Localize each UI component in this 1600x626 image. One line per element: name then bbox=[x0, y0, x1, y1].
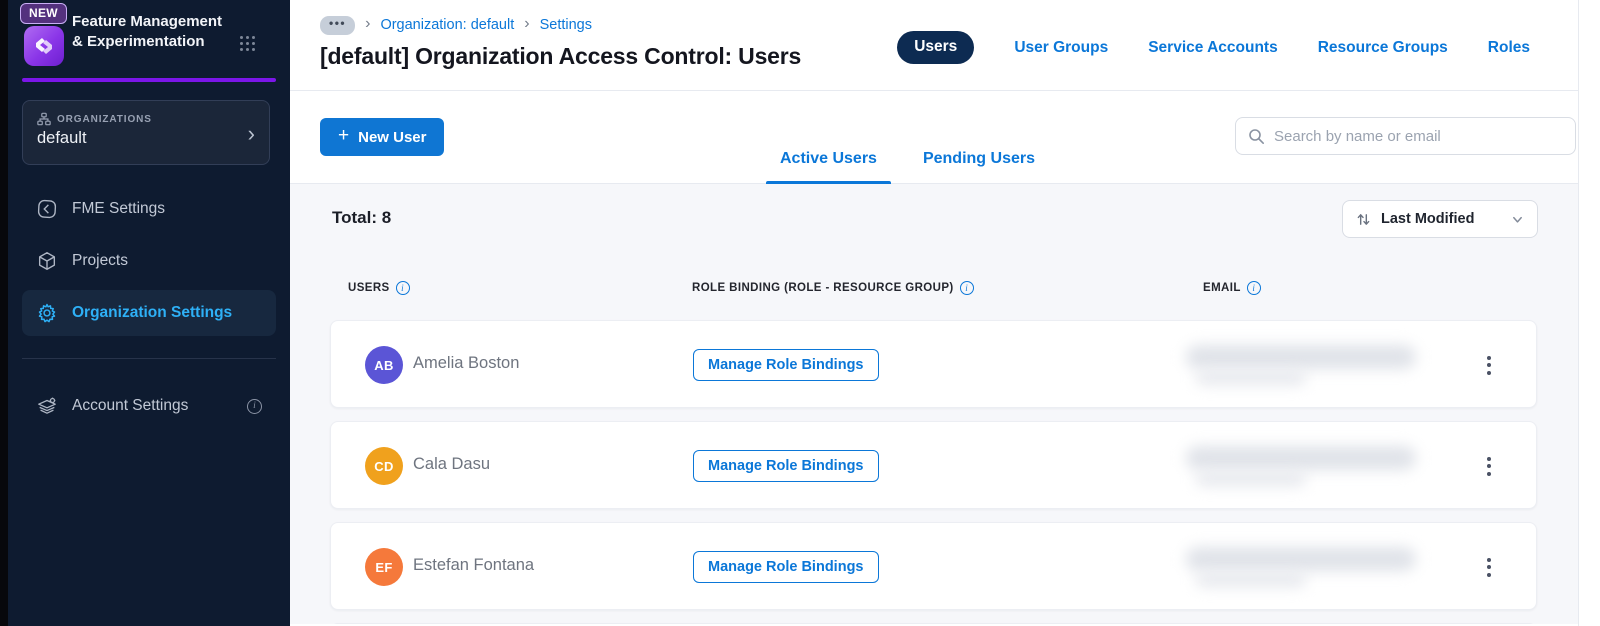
sidebar-item-organization-settings[interactable]: Organization Settings bbox=[22, 290, 276, 336]
search-icon bbox=[1249, 128, 1264, 144]
page-right-gutter bbox=[1578, 0, 1600, 626]
info-icon[interactable]: i bbox=[247, 398, 262, 414]
product-title: Feature Management & Experimentation bbox=[72, 13, 223, 50]
plus-icon: + bbox=[338, 125, 350, 146]
breadcrumb: ••• › Organization: default › Settings bbox=[320, 15, 592, 35]
sort-dropdown[interactable]: Last Modified bbox=[1342, 200, 1538, 238]
table-row: EF Estefan Fontana Manage Role Bindings bbox=[330, 522, 1537, 610]
sidebar-item-label: Account Settings bbox=[72, 397, 189, 414]
purple-accent-rule bbox=[22, 78, 276, 82]
search-input[interactable] bbox=[1274, 127, 1563, 145]
users-list-section: Total: 8 Last Modified USERS i ROLE BIND… bbox=[290, 184, 1578, 624]
sidebar-item-projects[interactable]: Projects bbox=[8, 238, 290, 284]
tab-active-users[interactable]: Active Users bbox=[766, 150, 891, 184]
new-user-button-label: New User bbox=[358, 128, 427, 146]
column-header-email: EMAIL bbox=[1203, 282, 1241, 294]
redacted-email bbox=[1176, 442, 1426, 490]
user-name: Estefan Fontana bbox=[413, 556, 535, 574]
avatar: CD bbox=[365, 447, 403, 485]
manage-role-bindings-button[interactable]: Manage Role Bindings bbox=[693, 450, 879, 482]
table-row: AB Amelia Boston Manage Role Bindings bbox=[330, 320, 1537, 408]
sidebar-item-label: Projects bbox=[72, 252, 128, 269]
redacted-email bbox=[1176, 543, 1426, 591]
sidebar-item-label: FME Settings bbox=[72, 200, 166, 217]
sidebar-item-account-settings[interactable]: Account Settings i bbox=[8, 383, 290, 429]
new-user-button[interactable]: + New User bbox=[320, 118, 445, 156]
info-icon[interactable]: i bbox=[395, 281, 410, 295]
table-row-partial bbox=[330, 623, 1537, 624]
main-panel: ••• › Organization: default › Settings [… bbox=[290, 0, 1578, 626]
page-header: ••• › Organization: default › Settings [… bbox=[290, 0, 1578, 91]
users-toolbar: + New User Active Users Pending Users bbox=[290, 91, 1578, 184]
row-menu-kebab-icon[interactable] bbox=[1473, 446, 1505, 486]
manage-role-bindings-button[interactable]: Manage Role Bindings bbox=[693, 551, 879, 583]
sidebar-item-label: Organization Settings bbox=[72, 304, 233, 321]
app-logo[interactable] bbox=[24, 26, 64, 66]
search-box bbox=[1235, 117, 1576, 155]
breadcrumb-ellipsis[interactable]: ••• bbox=[320, 16, 356, 35]
organizations-label: ORGANIZATIONS bbox=[57, 113, 152, 125]
user-name: Amelia Boston bbox=[413, 354, 520, 372]
sidebar-divider bbox=[22, 358, 276, 359]
background-window-strip bbox=[0, 0, 8, 626]
user-status-tabs: Active Users Pending Users bbox=[766, 91, 1049, 184]
new-badge: NEW bbox=[20, 3, 67, 24]
column-header-users: USERS bbox=[348, 282, 390, 294]
user-rows: AB Amelia Boston Manage Role Bindings CD… bbox=[330, 320, 1537, 624]
redacted-email bbox=[1176, 341, 1426, 389]
app-switcher-grid-icon[interactable] bbox=[240, 36, 257, 53]
sort-arrows-icon bbox=[1357, 213, 1370, 225]
sort-value: Last Modified bbox=[1381, 211, 1475, 227]
org-chart-icon bbox=[37, 112, 51, 126]
avatar: EF bbox=[365, 548, 403, 586]
breadcrumb-link-organization[interactable]: Organization: default bbox=[380, 17, 514, 33]
organization-value: default bbox=[37, 129, 87, 147]
info-icon[interactable]: i bbox=[959, 281, 974, 295]
row-menu-kebab-icon[interactable] bbox=[1473, 345, 1505, 385]
tab-service-accounts[interactable]: Service Accounts bbox=[1148, 39, 1278, 57]
page-title: [default] Organization Access Control: U… bbox=[320, 43, 802, 69]
layers-gear-icon bbox=[38, 397, 56, 414]
chevron-right-icon: › bbox=[365, 15, 371, 33]
access-control-tabs: Users User Groups Service Accounts Resou… bbox=[897, 31, 1530, 64]
tab-users[interactable]: Users bbox=[897, 31, 975, 64]
info-icon[interactable]: i bbox=[1246, 281, 1261, 295]
gear-icon bbox=[38, 303, 56, 323]
column-header-role-binding: ROLE BINDING (ROLE - RESOURCE GROUP) bbox=[692, 282, 954, 294]
table-row: CD Cala Dasu Manage Role Bindings bbox=[330, 421, 1537, 509]
tab-pending-users-label: Pending Users bbox=[922, 150, 1035, 167]
manage-role-bindings-button[interactable]: Manage Role Bindings bbox=[693, 349, 879, 381]
sidebar: NEW Feature Management & Experimentation bbox=[8, 0, 290, 626]
chevron-right-icon: › bbox=[247, 121, 255, 146]
user-name: Cala Dasu bbox=[413, 455, 491, 473]
sidebar-nav: FME Settings Projects Organization Setti… bbox=[8, 186, 290, 429]
tab-resource-groups[interactable]: Resource Groups bbox=[1318, 39, 1448, 57]
tab-pending-users[interactable]: Pending Users bbox=[909, 150, 1049, 184]
tab-active-users-label: Active Users bbox=[780, 150, 877, 167]
sidebar-header: NEW Feature Management & Experimentation bbox=[8, 0, 290, 82]
breadcrumb-link-settings[interactable]: Settings bbox=[540, 17, 592, 33]
total-count: Total: 8 bbox=[332, 208, 392, 227]
row-menu-kebab-icon[interactable] bbox=[1473, 547, 1505, 587]
avatar: AB bbox=[365, 346, 403, 384]
tab-user-groups[interactable]: User Groups bbox=[1014, 39, 1108, 57]
fme-logo-icon bbox=[37, 199, 57, 219]
organization-selector[interactable]: ORGANIZATIONS default › bbox=[22, 100, 270, 165]
cube-icon bbox=[38, 252, 56, 270]
chevron-right-icon: › bbox=[524, 15, 530, 33]
chevron-down-icon bbox=[1513, 216, 1522, 223]
sidebar-item-fme-settings[interactable]: FME Settings bbox=[8, 186, 290, 232]
split-logo-icon bbox=[36, 38, 52, 54]
tab-roles[interactable]: Roles bbox=[1488, 39, 1530, 57]
table-header-row: USERS i ROLE BINDING (ROLE - RESOURCE GR… bbox=[330, 281, 1537, 297]
